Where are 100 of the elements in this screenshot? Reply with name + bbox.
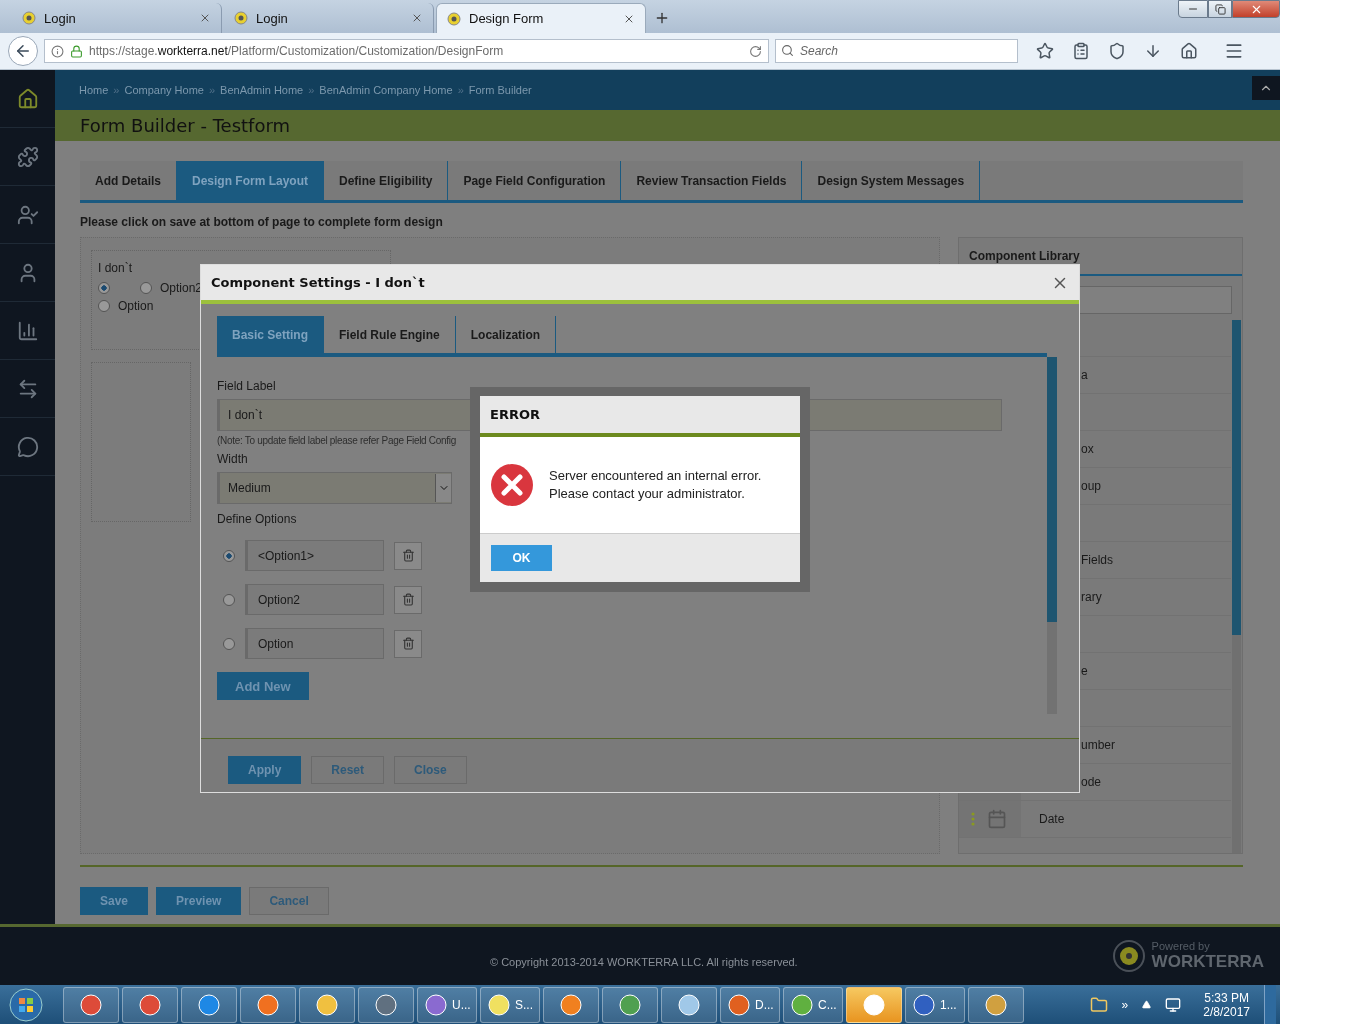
taskbar-button[interactable] [846, 986, 902, 1023]
taskbar-button[interactable] [181, 986, 237, 1023]
breadcrumb-link[interactable]: BenAdmin Company Home [319, 84, 453, 96]
chat-bubble-icon[interactable] [16, 435, 39, 458]
width-dropdown[interactable]: Medium [217, 472, 452, 504]
action-button[interactable]: Save [80, 887, 149, 915]
puzzle-icon[interactable] [16, 145, 39, 168]
user-star-icon[interactable] [16, 203, 39, 226]
taskbar-button[interactable] [358, 986, 414, 1023]
taskbar-button[interactable] [543, 986, 599, 1023]
bookmark-star-icon[interactable] [1036, 42, 1054, 60]
search-field[interactable]: Search [775, 39, 1018, 63]
network-icon[interactable] [1165, 996, 1182, 1013]
option-input-field[interactable]: <Option1> [245, 540, 384, 571]
app-icon [374, 992, 398, 1017]
app-icon [138, 992, 162, 1017]
folder-icon[interactable] [1089, 995, 1108, 1014]
library-item[interactable]: Date [959, 801, 1231, 838]
scrollbar[interactable] [1047, 357, 1057, 714]
menu-icon[interactable] [1224, 41, 1244, 61]
bar-chart-icon[interactable] [16, 319, 39, 342]
close-icon[interactable] [199, 12, 211, 24]
reading-list-icon[interactable] [1072, 42, 1090, 60]
close-window-button[interactable] [1232, 0, 1280, 18]
dialog-tab[interactable]: Field Rule Engine [324, 316, 456, 353]
item-label: ode [1080, 775, 1102, 789]
item-label: umber [1080, 738, 1115, 752]
item-label: ox [1080, 442, 1094, 456]
delete-button[interactable] [394, 629, 422, 658]
radio-button[interactable] [98, 300, 110, 312]
form-tab[interactable]: Design System Messages [802, 161, 981, 200]
brand-name: WORKTERRA [1151, 952, 1264, 972]
radio-button[interactable] [223, 593, 235, 606]
copyright-text: © Copyright 2013-2014 WORKTERRA LLC. All rights reserved. [490, 956, 798, 968]
breadcrumb-link[interactable]: Form Builder [468, 84, 532, 96]
dialog-tab[interactable]: Localization [455, 316, 557, 353]
breadcrumb-separator: » [308, 84, 315, 96]
breadcrumb-link[interactable]: Company Home [124, 84, 204, 96]
radio-button[interactable] [223, 549, 235, 562]
minimize-button[interactable] [1178, 0, 1208, 18]
radio-button[interactable] [223, 637, 235, 650]
form-tab[interactable]: Review Transaction Fields [621, 161, 803, 200]
error-message: Server encountered an internal error. Please contact your administrator. [549, 467, 762, 503]
taskbar-button[interactable] [602, 986, 658, 1023]
taskbar-button[interactable]: D... [720, 986, 780, 1023]
scrollbar[interactable] [1232, 320, 1241, 853]
taskbar-button[interactable] [240, 986, 296, 1023]
reload-icon[interactable] [749, 44, 762, 58]
taskbar-button[interactable]: C... [783, 986, 843, 1023]
breadcrumb-link[interactable]: Home [79, 84, 109, 96]
taskbar-button[interactable]: 1... [905, 986, 965, 1023]
show-desktop-button[interactable] [1264, 985, 1276, 1024]
field-label: I don`t [98, 261, 134, 275]
taskbar-button[interactable] [122, 986, 178, 1023]
add-new-button[interactable]: Add New [217, 672, 309, 700]
tray-expand[interactable]: » [1121, 997, 1129, 1012]
taskbar-button[interactable]: S... [480, 986, 540, 1023]
breadcrumb-separator: » [208, 84, 216, 96]
breadcrumb-link[interactable]: BenAdmin Home [220, 84, 304, 96]
site-logo-icon [447, 11, 461, 26]
restore-button[interactable] [1208, 0, 1232, 18]
app-icon [79, 992, 103, 1017]
up-arrow-icon[interactable] [1142, 1000, 1152, 1009]
delete-button[interactable] [394, 541, 422, 570]
radio-button[interactable] [140, 282, 152, 294]
action-button[interactable]: Preview [156, 887, 242, 915]
app-icon [984, 992, 1008, 1017]
taskbar-button[interactable] [299, 986, 355, 1023]
delete-button[interactable] [394, 585, 422, 614]
taskbar-button[interactable] [968, 986, 1024, 1023]
radio-button[interactable] [98, 282, 110, 294]
clock[interactable]: 5:33 PM 2/8/2017 [1203, 990, 1250, 1019]
home-icon[interactable] [16, 87, 39, 110]
app-icon [559, 992, 583, 1017]
home-icon[interactable] [1180, 42, 1198, 60]
dialog-tab[interactable]: Basic Setting [217, 316, 325, 353]
new-tab-icon[interactable] [654, 10, 670, 26]
dialog-button[interactable]: Apply [228, 755, 302, 784]
back-button[interactable] [8, 36, 38, 66]
site-logo-icon [234, 11, 248, 25]
option-label: Option2 [160, 281, 203, 295]
browser-tab[interactable]: Design Form [436, 3, 646, 33]
lock-icon [70, 44, 83, 58]
ok-button[interactable]: OK [491, 545, 552, 571]
info-icon[interactable] [51, 44, 64, 58]
option-label: Option [118, 299, 154, 313]
option-input-field[interactable]: Option2 [245, 584, 384, 615]
form-tab[interactable]: Design Form Layout [177, 161, 325, 200]
scroll-top-button[interactable] [1252, 76, 1280, 100]
taskbar-button[interactable] [661, 986, 717, 1023]
option-input-field[interactable]: Option [245, 628, 384, 659]
drag-handle-icon[interactable] [971, 812, 975, 826]
download-icon[interactable] [1144, 42, 1162, 60]
site-logo-icon [22, 11, 36, 25]
close-icon[interactable] [411, 12, 423, 24]
taskbar-button[interactable] [63, 986, 119, 1023]
address-field[interactable]: https://stage.workterra.net/Platform/Customization/Customization/DesignForm [44, 39, 769, 63]
form-tab[interactable]: Define Eligibility [324, 161, 449, 200]
form-tab[interactable]: Page Field Configuration [448, 161, 622, 200]
taskbar-button[interactable]: U... [417, 986, 477, 1023]
